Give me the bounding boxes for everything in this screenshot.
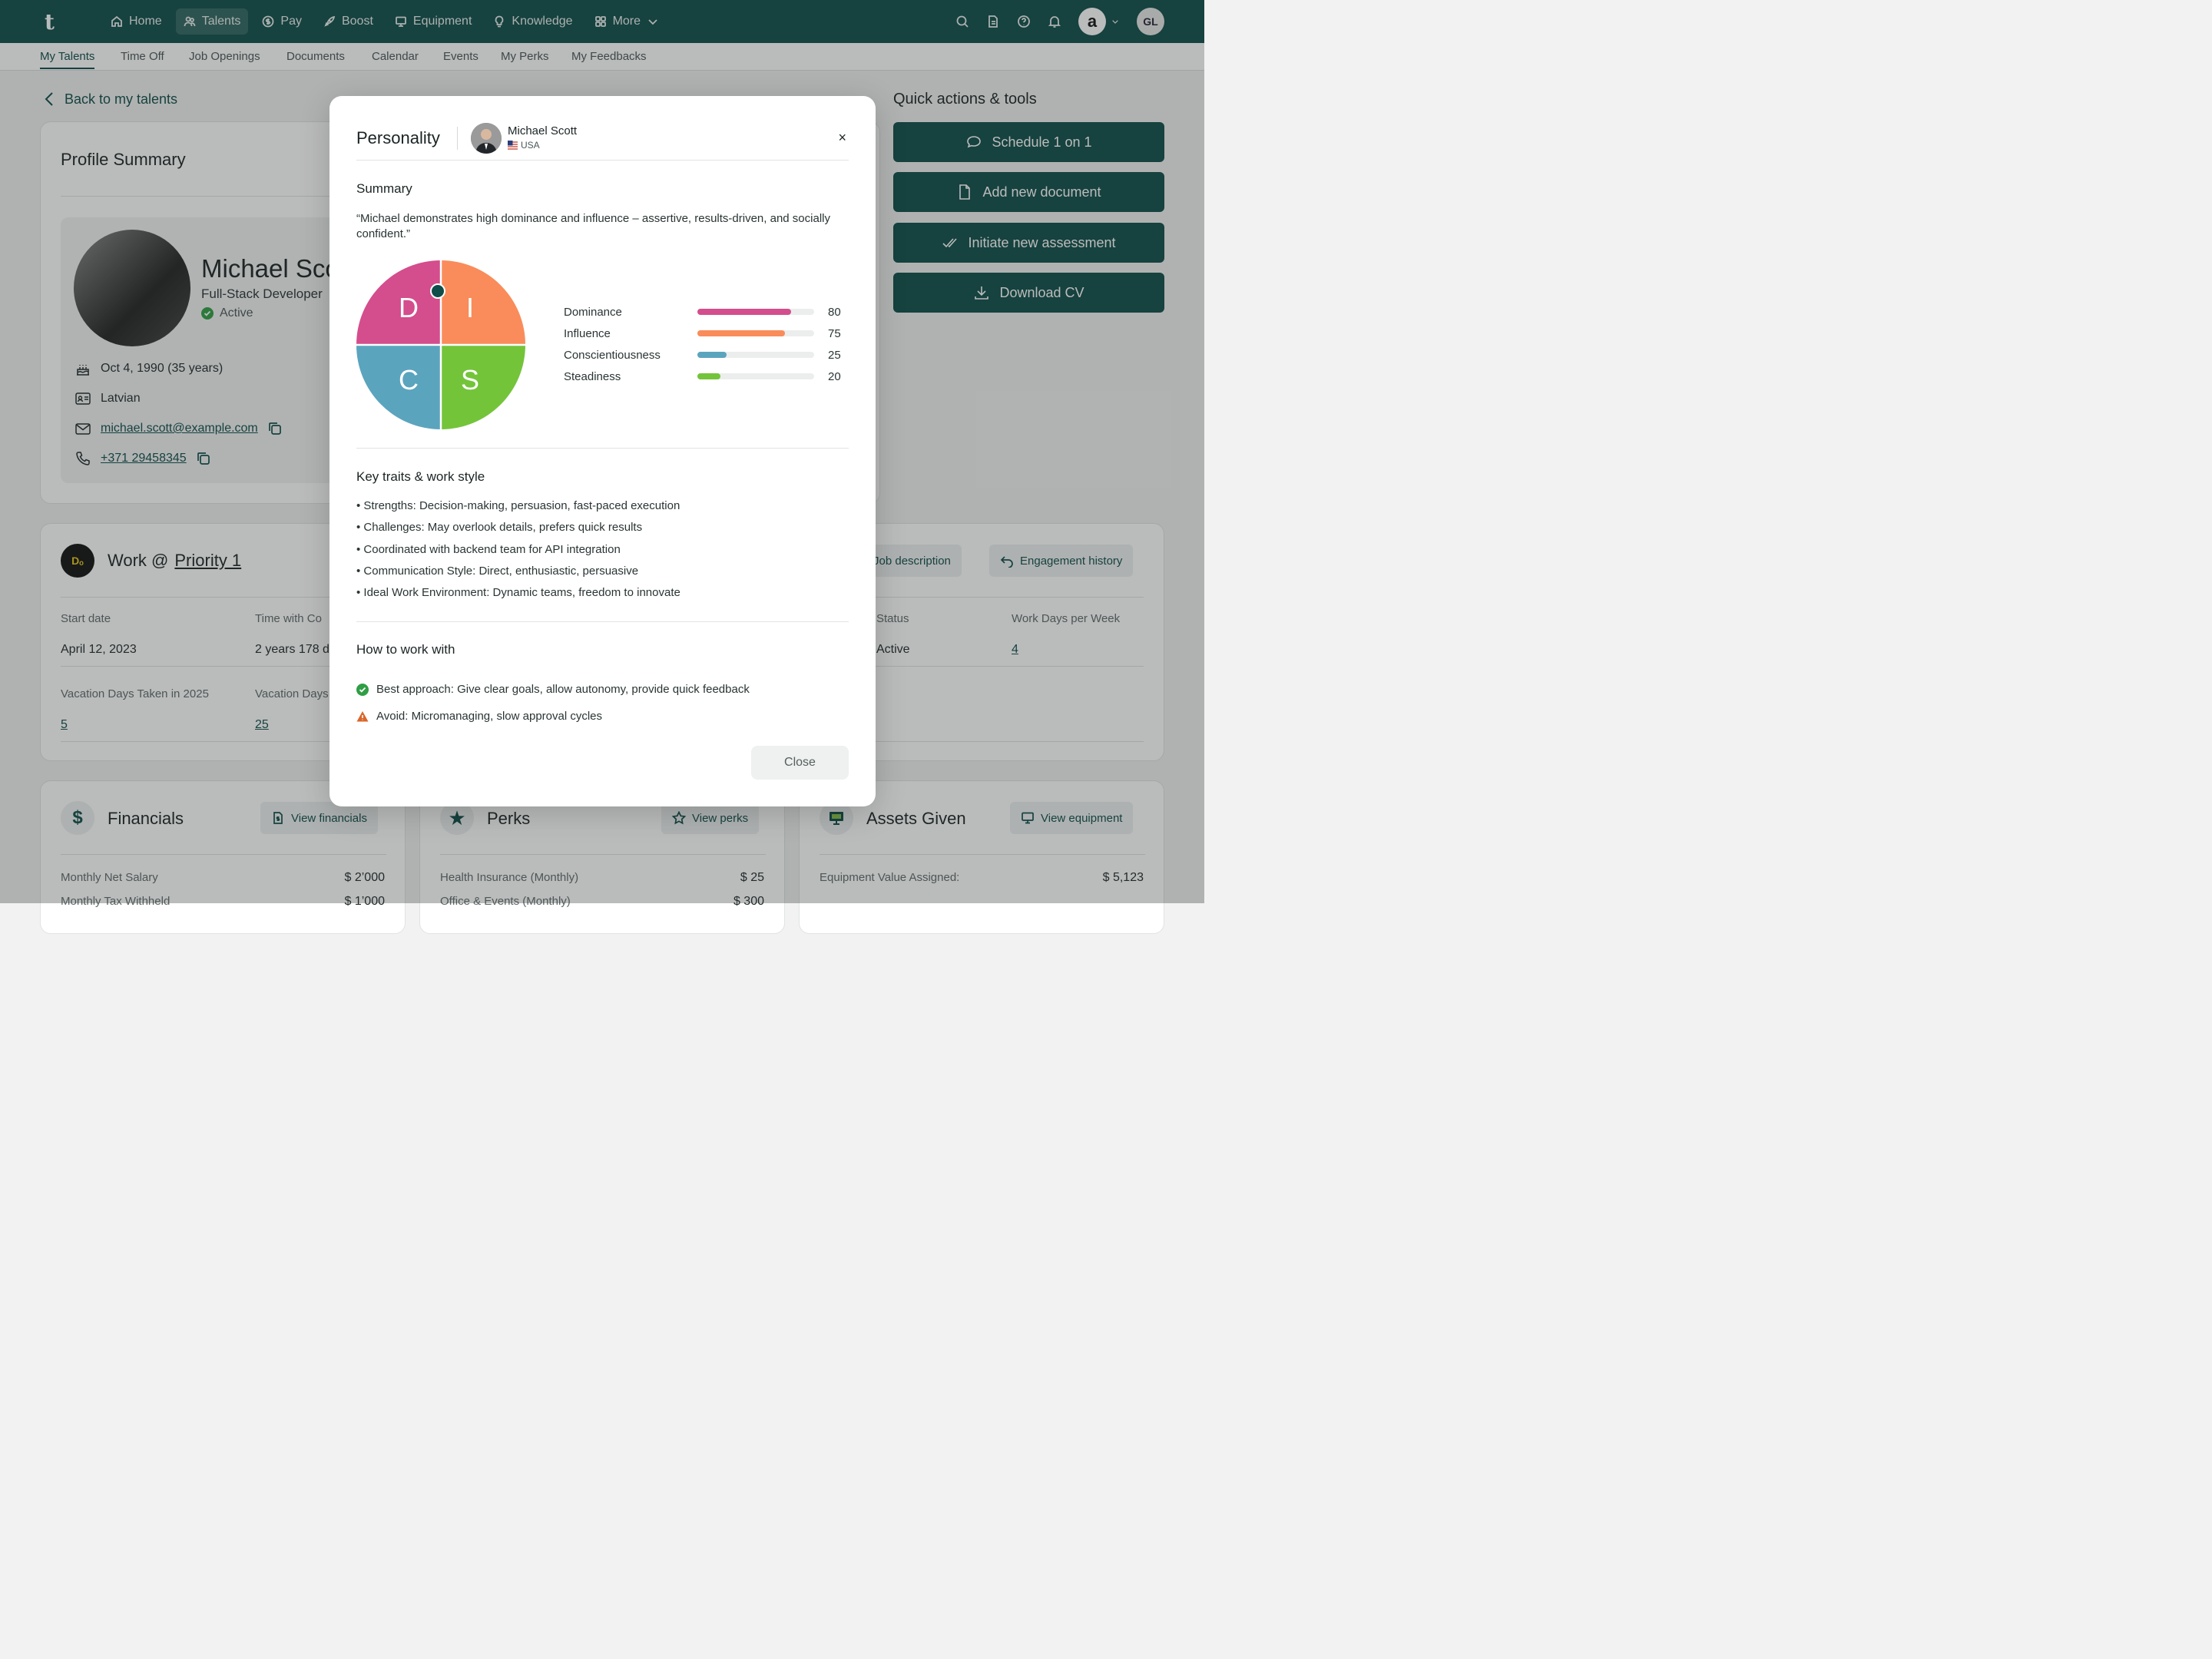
score-label: Influence (564, 327, 611, 340)
score-track (697, 373, 814, 379)
score-value: 80 (828, 306, 841, 319)
summary-title: Summary (356, 181, 412, 196)
score-value: 25 (828, 349, 841, 362)
score-fill (697, 309, 791, 315)
avoid-row: Avoid: Micromanaging, slow approval cycl… (356, 703, 750, 730)
disc-letter-i: I (466, 292, 474, 323)
list-item: • Challenges: May overlook details, pref… (356, 521, 643, 535)
person-avatar (471, 123, 502, 154)
summary-text: “Michael demonstrates high dominance and… (356, 212, 830, 240)
disc-letter-d: D (399, 292, 419, 323)
close-button[interactable]: Close (751, 746, 849, 780)
score-row-conscientiousness: Conscientiousness 25 (564, 346, 856, 368)
score-fill (697, 373, 721, 379)
best-approach-text: Best approach: Give clear goals, allow a… (376, 683, 750, 696)
score-fill (697, 352, 727, 358)
personality-modal: Personality Michael Scott USA × Summary … (329, 96, 876, 806)
disc-score-bars: Dominance 80 Influence 75 Conscientiousn… (564, 303, 856, 389)
score-track (697, 309, 814, 315)
check-circle-icon (356, 683, 369, 696)
modal-title: Personality (356, 128, 440, 147)
disc-quadrant-i (441, 260, 525, 345)
us-flag-icon (508, 140, 518, 151)
country-text: USA (521, 140, 540, 151)
score-value: 20 (828, 370, 841, 383)
how-title: How to work with (356, 642, 455, 657)
score-value: 75 (828, 327, 841, 340)
score-label: Steadiness (564, 370, 621, 383)
header-separator (457, 127, 458, 150)
avoid-text: Avoid: Micromanaging, slow approval cycl… (376, 710, 603, 723)
score-row-steadiness: Steadiness 20 (564, 368, 856, 389)
warning-icon (356, 710, 369, 721)
how-list: Best approach: Give clear goals, allow a… (356, 676, 750, 730)
divider (356, 160, 849, 161)
divider (356, 448, 849, 449)
score-row-dominance: Dominance 80 (564, 303, 856, 325)
disc-position-marker (430, 283, 445, 299)
person-country: USA (508, 140, 540, 151)
disc-chart: D I C S (356, 260, 525, 429)
traits-list: • Strengths: Decision-making, persuasion… (356, 499, 680, 608)
close-icon[interactable]: × (838, 130, 846, 146)
list-item: • Coordinated with backend team for API … (356, 542, 621, 556)
best-approach-row: Best approach: Give clear goals, allow a… (356, 676, 750, 703)
score-label: Dominance (564, 306, 622, 319)
disc-letter-c: C (399, 364, 419, 396)
disc-quadrant-s (441, 345, 525, 429)
list-item: • Strengths: Decision-making, persuasion… (356, 499, 680, 512)
list-item: • Ideal Work Environment: Dynamic teams,… (356, 586, 680, 600)
disc-letter-s: S (461, 364, 479, 396)
list-item: • Communication Style: Direct, enthusias… (356, 564, 639, 578)
person-name: Michael Scott (508, 124, 578, 137)
score-label: Conscientiousness (564, 349, 661, 362)
score-fill (697, 330, 785, 336)
avatar-glyph (471, 123, 502, 154)
traits-title: Key traits & work style (356, 469, 485, 484)
score-row-influence: Influence 75 (564, 325, 856, 346)
divider (356, 621, 849, 622)
score-track (697, 352, 814, 358)
score-track (697, 330, 814, 336)
